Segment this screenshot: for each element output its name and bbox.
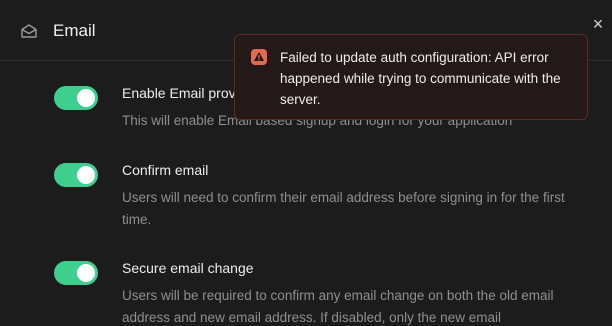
secure-email-change-toggle[interactable] — [54, 261, 98, 285]
toggle-knob — [77, 89, 95, 107]
email-provider-panel: Email × Enable Email provider This will … — [0, 0, 612, 326]
error-toast: Failed to update auth configuration: API… — [234, 34, 588, 120]
setting-description: Users will be required to confirm any em… — [122, 288, 554, 325]
confirm-email-toggle[interactable] — [54, 163, 98, 187]
envelope-icon — [20, 22, 38, 40]
setting-title: Confirm email — [122, 162, 209, 178]
page-title: Email — [53, 21, 96, 40]
close-button[interactable]: × — [588, 14, 608, 34]
toast-message: Failed to update auth configuration: API… — [280, 50, 561, 107]
warning-icon — [251, 49, 267, 65]
enable-email-provider-toggle[interactable] — [54, 86, 98, 110]
setting-description: Users will need to confirm their email a… — [122, 190, 565, 227]
toggle-knob — [77, 264, 95, 282]
close-icon: × — [592, 14, 604, 34]
toggle-knob — [77, 166, 95, 184]
setting-title: Secure email change — [122, 260, 254, 276]
